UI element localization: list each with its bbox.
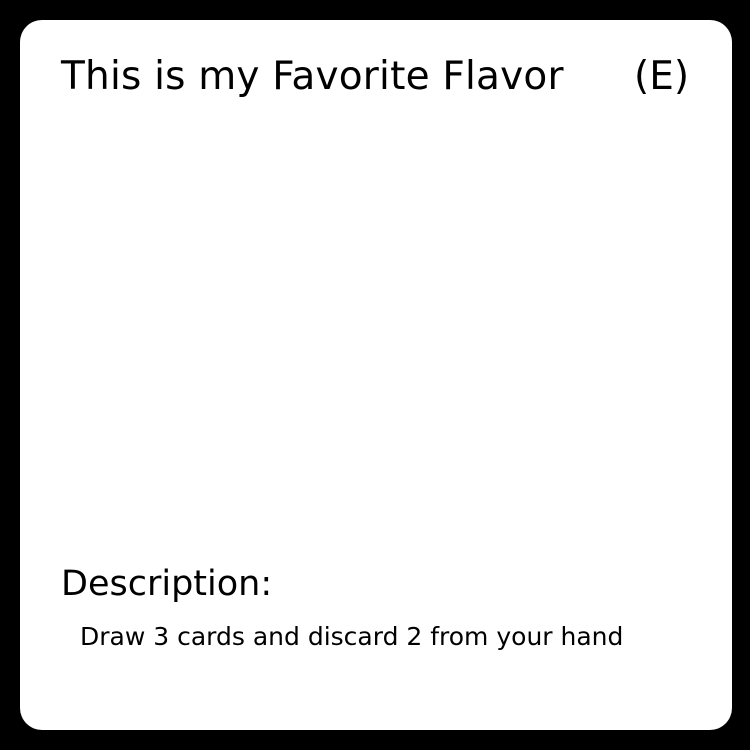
description-text: Draw 3 cards and discard 2 from your han…	[80, 622, 624, 651]
card-type-code: (E)	[634, 54, 690, 99]
card-art-area	[61, 130, 691, 550]
game-card[interactable]: This is my Favorite Flavor (E) Descripti…	[20, 20, 732, 730]
card-title: This is my Favorite Flavor	[61, 54, 564, 99]
description-heading: Description:	[61, 564, 273, 604]
